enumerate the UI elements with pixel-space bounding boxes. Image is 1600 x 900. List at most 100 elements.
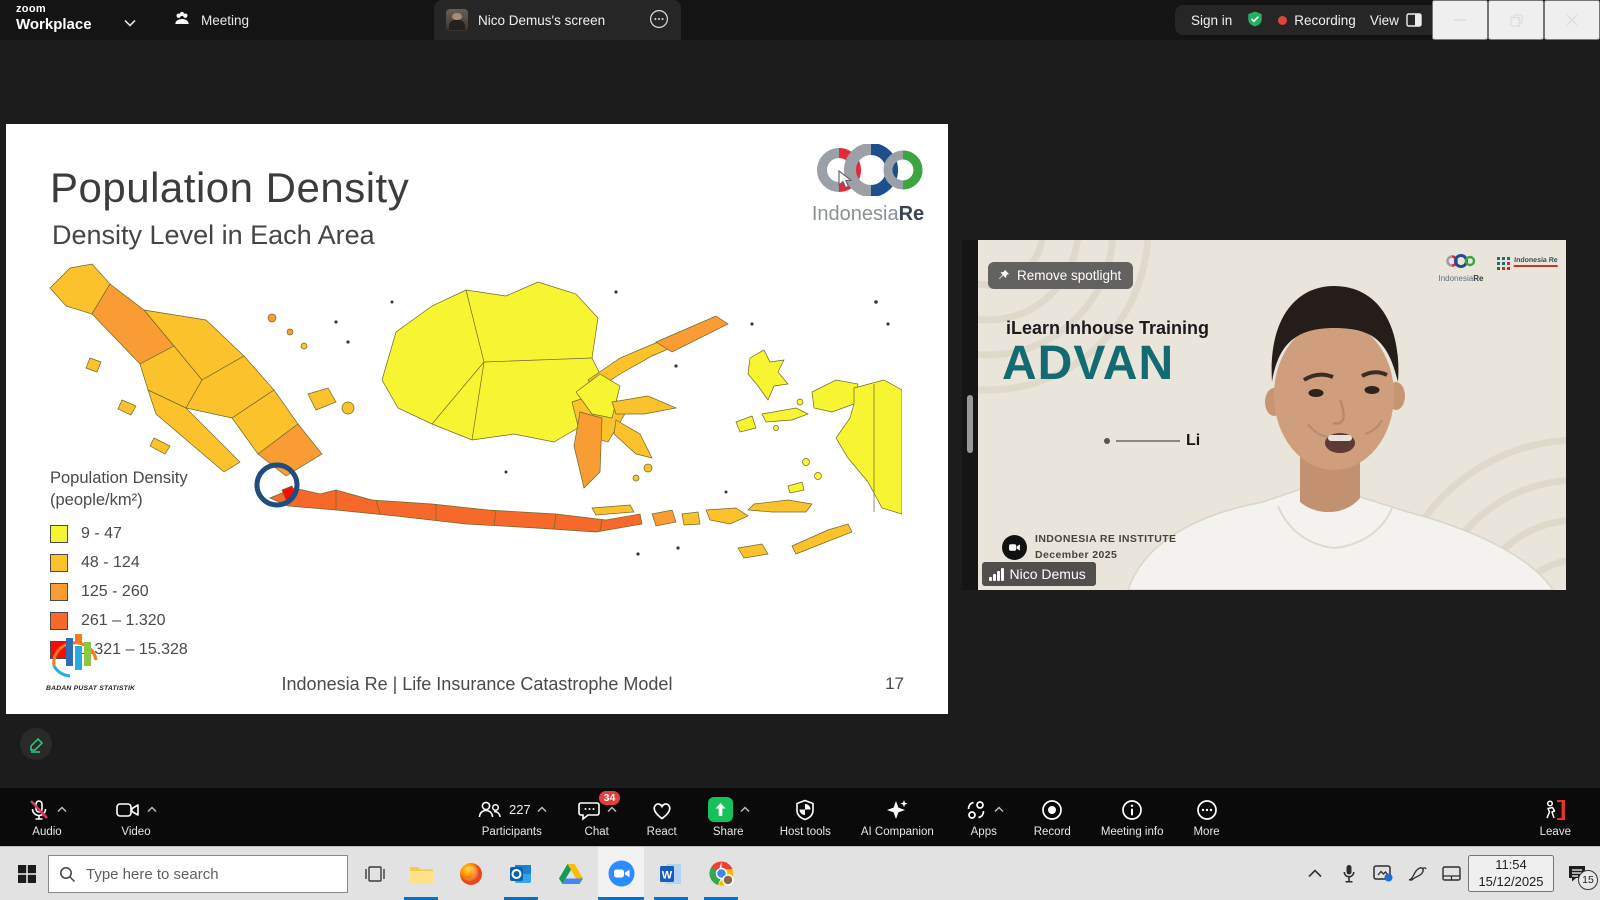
leave-button[interactable]: Leave: [1527, 788, 1584, 846]
taskbar-file-explorer[interactable]: [398, 847, 444, 900]
record-button[interactable]: Record: [1021, 788, 1084, 846]
taskbar-zoom[interactable]: [598, 847, 644, 900]
tab-screen-label: Nico Demus's screen: [478, 13, 605, 28]
indonesia-re-logo: IndonesiaRe: [803, 144, 933, 226]
heart-icon: [650, 798, 674, 822]
taskbar-word[interactable]: W: [648, 847, 694, 900]
video-scrollbar[interactable]: [967, 395, 973, 453]
restore-button[interactable]: [1488, 0, 1544, 40]
chevron-up-icon: [147, 806, 157, 813]
institute-label: Indonesia Re: [1514, 257, 1558, 267]
share-button[interactable]: Share: [694, 788, 763, 846]
taskbar-firefox[interactable]: [448, 847, 494, 900]
legend-item: 9 - 47: [50, 520, 270, 549]
apps-button[interactable]: Apps: [951, 788, 1017, 846]
notification-count-badge: 15: [1578, 870, 1598, 890]
tray-chevron-up-icon[interactable]: [1298, 854, 1332, 894]
org-badge: INDONESIA RE INSTITUTE December 2025: [1002, 532, 1176, 564]
sparkle-icon: [884, 797, 910, 823]
camera-icon: [115, 798, 141, 822]
taskbar-outlook[interactable]: [498, 847, 544, 900]
tab-meeting[interactable]: Meeting: [172, 0, 249, 40]
video-corner-logos: IndonesiaRe Indonesia Re: [1438, 254, 1558, 283]
taskbar-clock[interactable]: 11:54 15/12/2025: [1468, 855, 1554, 893]
titlebar-status-group: Sign in Recording View: [1175, 5, 1443, 35]
chevron-up-icon: [537, 806, 547, 813]
chevron-up-icon: [57, 806, 67, 813]
tray-screenshare-icon[interactable]: [1366, 854, 1400, 894]
taskbar-search[interactable]: [48, 855, 348, 893]
participants-button[interactable]: 227 Participants: [464, 788, 560, 846]
host-tools-button[interactable]: Host tools: [767, 788, 844, 846]
participant-name: Nico Demus: [1010, 566, 1086, 582]
meeting-people-icon: [172, 9, 192, 32]
google-drive-icon: [559, 863, 583, 885]
search-input[interactable]: [86, 866, 316, 883]
legend-swatch: [50, 554, 68, 572]
video-button[interactable]: Video: [102, 788, 170, 846]
record-icon: [1040, 798, 1064, 822]
titlebar: zoom Workplace Meeting Nico Demus's scre…: [0, 0, 1600, 40]
apps-icon: [964, 798, 988, 822]
more-button[interactable]: More: [1180, 788, 1232, 846]
leave-door-icon: [1542, 798, 1568, 822]
tray-touchpad-icon[interactable]: [1434, 854, 1468, 894]
clock-date: 15/12/2025: [1470, 874, 1552, 891]
remove-spotlight-button[interactable]: Remove spotlight: [988, 262, 1133, 289]
shield-icon: [793, 798, 817, 822]
firefox-icon: [459, 862, 483, 886]
audio-button[interactable]: Audio: [14, 788, 80, 846]
tab-meeting-label: Meeting: [201, 13, 249, 28]
meeting-info-button[interactable]: Meeting info: [1088, 788, 1177, 846]
tray-mic-icon[interactable]: [1332, 854, 1366, 894]
institute-mini-logo: Indonesia Re: [1497, 254, 1558, 271]
chevron-down-icon[interactable]: [124, 14, 136, 32]
view-button[interactable]: View: [1370, 13, 1422, 28]
window-controls: [1432, 0, 1600, 40]
tab-shared-screen[interactable]: Nico Demus's screen: [434, 0, 681, 40]
taskbar-google-drive[interactable]: [548, 847, 594, 900]
tab-options-icon[interactable]: [649, 9, 669, 32]
participant-name-tag: Nico Demus: [982, 562, 1096, 586]
windows-taskbar: W 11:54 15/12/2025 15: [0, 846, 1600, 900]
ai-companion-button[interactable]: AI Companion: [848, 788, 947, 846]
task-view-button[interactable]: [358, 859, 392, 889]
annotate-pencil-button[interactable]: [20, 728, 52, 760]
view-layout-icon: [1406, 13, 1422, 27]
mic-muted-icon: [27, 798, 51, 822]
video-feed: iLearn Inhouse Training ADVAN Li: [978, 240, 1566, 590]
brand-workplace: Workplace: [16, 17, 92, 32]
chrome-icon: [709, 861, 734, 886]
slide-footer: Indonesia Re | Life Insurance Catastroph…: [6, 674, 948, 695]
brand-zoom: zoom: [16, 4, 92, 15]
participants-count: 227: [509, 802, 531, 817]
video-scroll-strip: [962, 240, 978, 590]
notification-center-button[interactable]: 15: [1554, 854, 1600, 894]
slide-page-number: 17: [885, 674, 904, 694]
minimize-button[interactable]: [1432, 0, 1488, 40]
recording-label: Recording: [1294, 13, 1356, 28]
chat-button[interactable]: 34 Chat: [564, 788, 630, 846]
clock-time: 11:54: [1470, 857, 1552, 874]
start-button[interactable]: [8, 857, 46, 891]
spotlight-video-tile: iLearn Inhouse Training ADVAN Li: [962, 240, 1566, 590]
react-button[interactable]: React: [634, 788, 690, 846]
zoom-workplace-logo: zoom Workplace: [16, 4, 92, 32]
legend-title-line1: Population Density: [50, 468, 270, 490]
sign-in-button[interactable]: Sign in: [1191, 13, 1232, 28]
taskbar-chrome[interactable]: [698, 847, 744, 900]
participants-icon: [477, 798, 503, 822]
recording-dot-icon: [1278, 16, 1287, 25]
system-tray: 11:54 15/12/2025 15: [1298, 847, 1600, 900]
close-button[interactable]: [1544, 0, 1600, 40]
security-shield-icon[interactable]: [1246, 10, 1264, 31]
legend-swatch: [50, 612, 68, 630]
svg-text:W: W: [662, 869, 673, 881]
tray-pen-icon[interactable]: [1400, 854, 1434, 894]
chevron-up-icon: [994, 806, 1004, 813]
shared-screen-slide: Population Density Density Level in Each…: [6, 124, 948, 714]
chevron-up-icon: [740, 806, 750, 813]
mouse-cursor: [838, 170, 855, 194]
audio-signal-icon: [989, 568, 1004, 581]
legend-swatch: [50, 525, 68, 543]
